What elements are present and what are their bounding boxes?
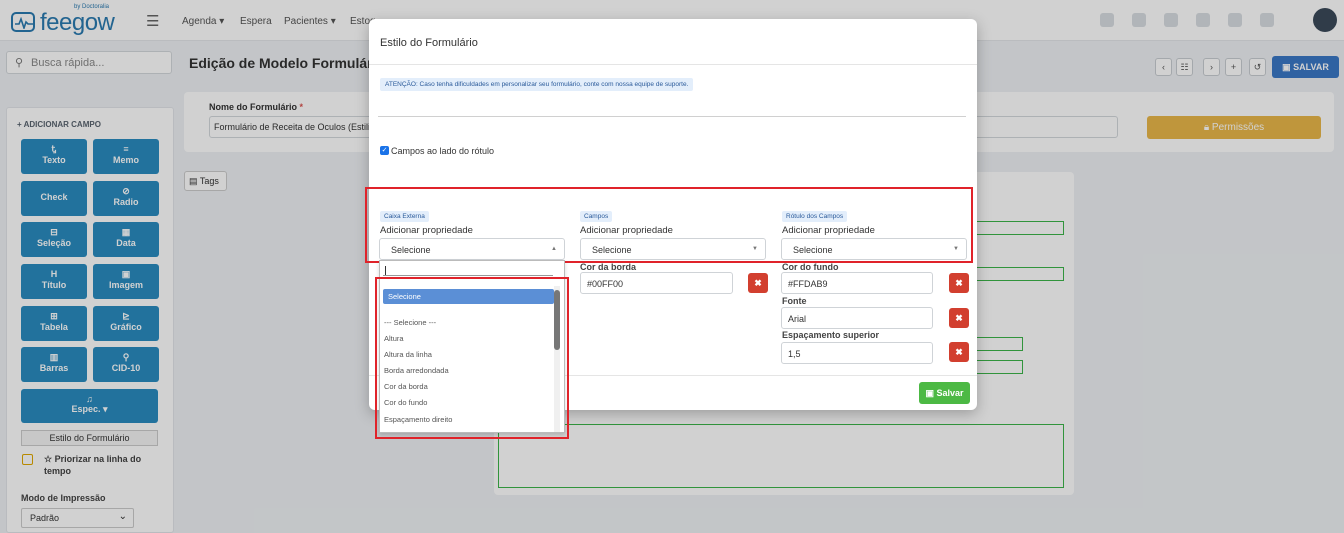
modal-save-button[interactable]: ▣ Salvar <box>919 382 970 404</box>
chevron-up-icon: ▲ <box>551 246 557 252</box>
cor-fundo-input[interactable]: #FFDAB9 <box>781 272 933 294</box>
fonte-input[interactable]: Arial <box>781 307 933 329</box>
chevron-down-icon: ▼ <box>953 246 959 252</box>
fonte-label: Fonte <box>782 296 807 306</box>
chevron-down-icon: ▼ <box>752 246 758 252</box>
add-property-label: Adicionar propriedade <box>380 225 473 236</box>
remove-button[interactable]: ✖ <box>748 273 768 293</box>
badge-rotulo-campos: Rótulo dos Campos <box>782 211 848 222</box>
espacamento-input[interactable]: 1,5 <box>781 342 933 364</box>
add-property-label: Adicionar propriedade <box>782 225 875 236</box>
cor-fundo-label: Cor do fundo <box>782 262 839 272</box>
badge-caixa-externa: Caixa Externa <box>380 211 429 222</box>
caixa-externa-select[interactable]: Selecione ▲ <box>379 238 565 260</box>
divider <box>369 64 977 65</box>
highlight-box <box>375 277 569 439</box>
espacamento-label: Espaçamento superior <box>782 330 880 340</box>
cor-borda-input[interactable]: #00FF00 <box>580 272 733 294</box>
remove-button[interactable]: ✖ <box>949 342 969 362</box>
dropdown-search-input[interactable] <box>383 266 553 276</box>
cor-borda-label: Cor da borda <box>580 262 637 272</box>
badge-campos: Campos <box>580 211 613 222</box>
text-cursor <box>385 266 386 275</box>
rotulo-select[interactable]: Selecione ▼ <box>781 238 967 260</box>
campos-lado-checkbox[interactable]: ✓ <box>380 146 389 155</box>
add-property-label: Adicionar propriedade <box>580 225 673 236</box>
campos-lado-label: Campos ao lado do rótulo <box>391 146 495 156</box>
remove-button[interactable]: ✖ <box>949 308 969 328</box>
modal-title: Estilo do Formulário <box>380 37 478 49</box>
remove-button[interactable]: ✖ <box>949 273 969 293</box>
divider <box>378 116 966 117</box>
floppy-icon: ▣ <box>925 388 937 398</box>
support-alert: ATENÇÃO: Caso tenha dificuldades em pers… <box>380 78 694 91</box>
campos-select[interactable]: Selecione ▼ <box>580 238 766 260</box>
